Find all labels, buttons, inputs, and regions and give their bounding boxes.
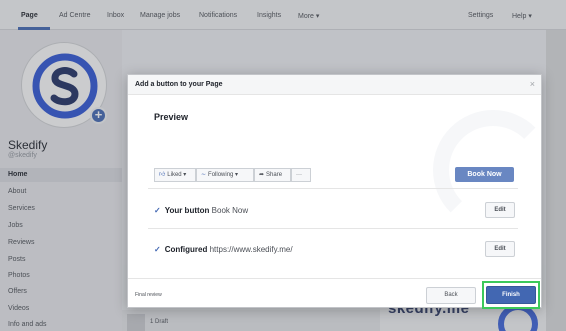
rss-icon: ∼ <box>201 172 207 178</box>
back-button[interactable]: Back <box>426 287 476 304</box>
dialog-header: Add a button to your Page × <box>128 75 541 95</box>
finish-button[interactable]: Finish <box>486 286 536 304</box>
more-options-button[interactable]: ··· <box>291 168 311 182</box>
share-button[interactable]: ➦ Share <box>254 168 291 182</box>
divider <box>148 188 518 189</box>
check-icon: ✓ <box>154 206 161 215</box>
dialog-footer: Final review Back Finish <box>128 278 541 309</box>
liked-button[interactable]: 👍︎ Liked ▾ <box>154 168 196 182</box>
step-label: Final review <box>135 292 162 298</box>
book-now-cta-preview[interactable]: Book Now <box>455 167 514 182</box>
add-button-dialog: Add a button to your Page × Preview 👍︎ Li… <box>127 74 553 309</box>
thumbs-up-icon: 👍︎ <box>159 172 166 178</box>
share-icon: ➦ <box>259 172 265 178</box>
close-icon[interactable]: × <box>530 79 535 89</box>
dialog-title: Add a button to your Page <box>135 81 223 88</box>
your-button-row: ✓ Your button Book Now <box>154 206 249 215</box>
preview-heading: Preview <box>154 112 189 122</box>
edit-button-button[interactable]: Edit <box>485 202 515 218</box>
following-button[interactable]: ∼ Following ▾ <box>196 168 254 182</box>
edit-url-button[interactable]: Edit <box>485 241 515 257</box>
divider <box>148 228 518 229</box>
configured-row: ✓ Configured https://www.skedify.me/ <box>154 245 293 254</box>
check-icon: ✓ <box>154 245 161 254</box>
